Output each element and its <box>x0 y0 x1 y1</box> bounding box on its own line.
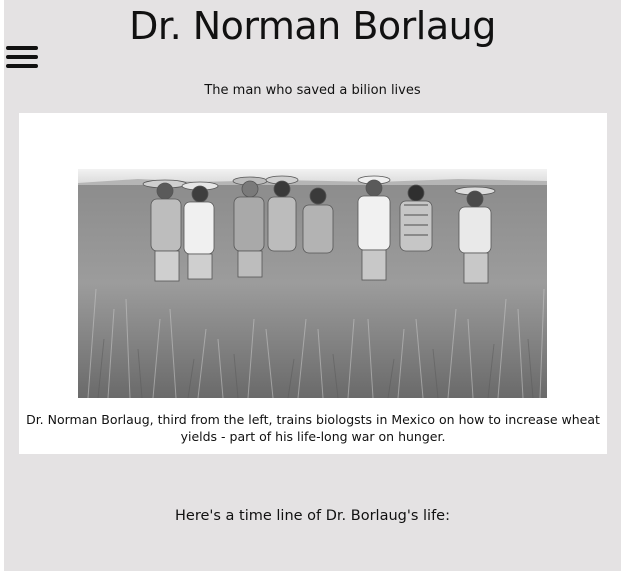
tagline: The man who saved a bilion lives <box>204 83 421 98</box>
menu-bar-bottom <box>6 64 38 68</box>
timeline-heading: Here's a time line of Dr. Borlaug's life… <box>175 508 450 524</box>
photo-caption: Dr. Norman Borlaug, third from the left,… <box>26 412 600 444</box>
hamburger-menu-icon[interactable] <box>6 46 38 70</box>
image-card: Dr. Norman Borlaug, third from the left,… <box>19 113 607 454</box>
menu-bar-top <box>6 46 38 50</box>
borlaug-field-photo <box>78 169 547 398</box>
menu-bar-middle <box>6 55 38 59</box>
page-title: Dr. Norman Borlaug <box>129 4 496 48</box>
page-main: Dr. Norman Borlaug The man who saved a b… <box>4 0 621 571</box>
